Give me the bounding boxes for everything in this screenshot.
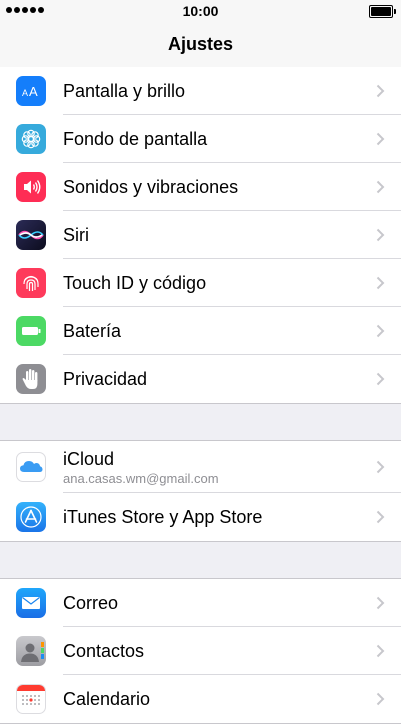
settings-row-sounds[interactable]: Sonidos y vibraciones (0, 163, 401, 211)
svg-text:A: A (22, 88, 28, 98)
row-label: Siri (63, 225, 89, 245)
settings-row-calendar[interactable]: Calendario (0, 675, 401, 723)
settings-row-touch-id[interactable]: Touch ID y código (0, 259, 401, 307)
settings-row-icloud[interactable]: iCloud ana.casas.wm@gmail.com (0, 441, 401, 493)
chevron-right-icon (376, 228, 385, 242)
chevron-right-icon (376, 84, 385, 98)
row-label: iCloud (63, 449, 115, 469)
status-time: 10:00 (182, 3, 219, 19)
settings-group-apps: Correo Contactos Calendario (0, 578, 401, 724)
settings-row-contacts[interactable]: Contactos (0, 627, 401, 675)
row-label: Touch ID y código (63, 273, 207, 293)
settings-list: AA Pantalla y brillo Fondo de pantalla S… (0, 67, 401, 724)
icloud-icon (16, 452, 46, 482)
settings-row-display-brightness[interactable]: AA Pantalla y brillo (0, 67, 401, 115)
chevron-right-icon (376, 596, 385, 610)
settings-row-mail[interactable]: Correo (0, 579, 401, 627)
hand-privacy-icon (16, 364, 46, 394)
settings-row-battery[interactable]: Batería (0, 307, 401, 355)
row-label: Privacidad (63, 369, 148, 389)
battery-status-icon (369, 5, 396, 18)
fingerprint-icon (16, 268, 46, 298)
chevron-right-icon (376, 460, 385, 474)
row-label: Correo (63, 593, 119, 613)
settings-row-wallpaper[interactable]: Fondo de pantalla (0, 115, 401, 163)
settings-group-accounts: iCloud ana.casas.wm@gmail.com iTunes Sto… (0, 440, 401, 542)
status-bar: 10:00 (0, 0, 401, 22)
chevron-right-icon (376, 692, 385, 706)
row-label: Calendario (63, 689, 151, 709)
row-label: Sonidos y vibraciones (63, 177, 239, 197)
chevron-right-icon (376, 510, 385, 524)
settings-row-itunes-app-store[interactable]: iTunes Store y App Store (0, 493, 401, 541)
calendar-icon (16, 684, 46, 714)
battery-icon (16, 316, 46, 346)
chevron-right-icon (376, 276, 385, 290)
chevron-right-icon (376, 644, 385, 658)
settings-row-privacy[interactable]: Privacidad (0, 355, 401, 403)
navigation-bar: Ajustes (0, 22, 401, 68)
sound-speaker-icon (16, 172, 46, 202)
svg-text:A: A (29, 84, 38, 99)
mail-envelope-icon (16, 588, 46, 618)
chevron-right-icon (376, 132, 385, 146)
display-brightness-icon: AA (16, 76, 46, 106)
siri-icon (16, 220, 46, 250)
settings-group-general: AA Pantalla y brillo Fondo de pantalla S… (0, 67, 401, 404)
row-label: Contactos (63, 641, 145, 661)
chevron-right-icon (376, 324, 385, 338)
row-label: iTunes Store y App Store (63, 507, 263, 527)
chevron-right-icon (376, 372, 385, 386)
app-store-icon (16, 502, 46, 532)
account-email: ana.casas.wm@gmail.com (63, 471, 219, 486)
chevron-right-icon (376, 180, 385, 194)
wallpaper-flower-icon (16, 124, 46, 154)
contacts-icon (16, 636, 46, 666)
settings-row-siri[interactable]: Siri (0, 211, 401, 259)
page-title: Ajustes (167, 34, 234, 54)
row-label: Pantalla y brillo (63, 81, 186, 101)
row-label: Fondo de pantalla (63, 129, 208, 149)
row-label: Batería (63, 321, 122, 341)
